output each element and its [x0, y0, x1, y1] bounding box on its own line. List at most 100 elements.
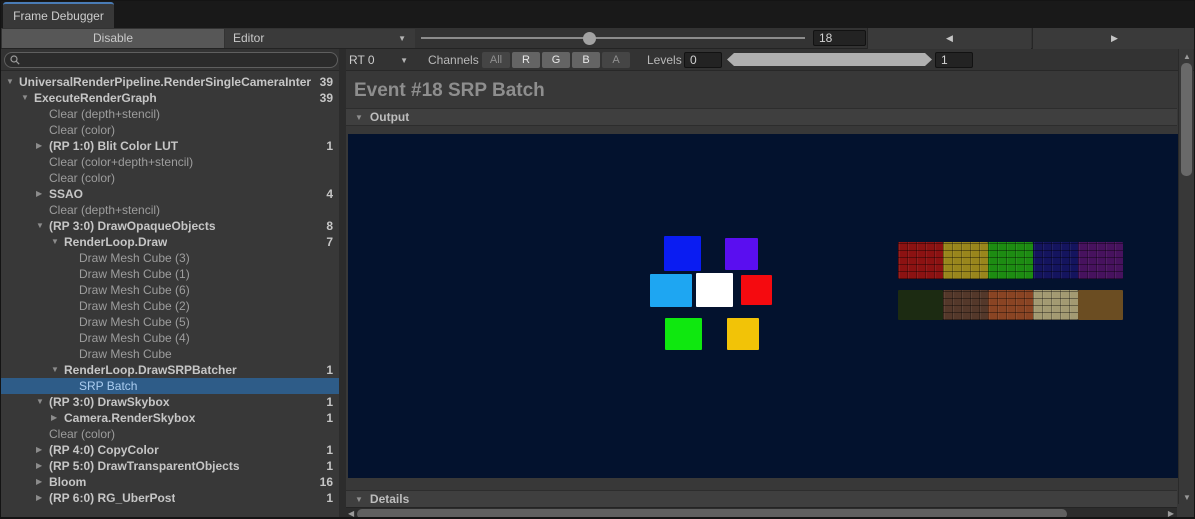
frame-number-field[interactable]: 18	[813, 30, 866, 46]
tree-item[interactable]: Draw Mesh Cube (6)	[1, 282, 339, 298]
tree-item[interactable]: Clear (color)	[1, 170, 339, 186]
cyan-cube	[650, 274, 692, 307]
render-target-dropdown[interactable]: RT 0 ▼	[346, 49, 412, 71]
scroll-left-icon[interactable]: ◀	[348, 508, 354, 517]
levels-min-field[interactable]: 0	[684, 52, 722, 68]
search-input[interactable]	[4, 52, 338, 68]
tree-item[interactable]: Draw Mesh Cube (2)	[1, 298, 339, 314]
tree-item[interactable]: ▶ SSAO 4	[1, 186, 339, 202]
channel-button-group: All R G B A	[482, 52, 630, 68]
scroll-down-icon[interactable]: ▼	[1183, 492, 1191, 504]
disable-button[interactable]: Disable	[2, 29, 224, 48]
tree-item-label: (RP 5:0) DrawTransparentObjects	[49, 459, 240, 473]
draw-call-count: 1	[326, 491, 333, 505]
foldout-collapsed-icon[interactable]: ▶	[36, 490, 49, 506]
tree-item[interactable]: Draw Mesh Cube (5)	[1, 314, 339, 330]
tree-item-label: Clear (depth+stencil)	[49, 107, 161, 121]
search-icon	[10, 55, 20, 65]
tree-item[interactable]: Clear (depth+stencil)	[1, 202, 339, 218]
foldout-expanded-icon[interactable]: ▼	[6, 74, 19, 90]
tree-item[interactable]: ▶ (RP 6:0) RG_UberPost 1	[1, 490, 339, 506]
tree-item[interactable]: ▼ UniversalRenderPipeline.RenderSingleCam…	[1, 74, 339, 90]
channel-button-g[interactable]: G	[542, 52, 570, 68]
target-dropdown[interactable]: Editor ▼	[225, 29, 415, 48]
green-brick-cube	[988, 242, 1033, 279]
render-target-value: RT 0	[349, 53, 375, 67]
scroll-up-icon[interactable]: ▲	[1183, 51, 1191, 63]
tree-item[interactable]: ▶ (RP 1:0) Blit Color LUT 1	[1, 138, 339, 154]
draw-call-count: 7	[326, 235, 333, 249]
frame-slider-handle[interactable]	[583, 32, 596, 45]
tree-item-label: SRP Batch	[79, 379, 138, 393]
foldout-collapsed-icon[interactable]: ▶	[36, 186, 49, 202]
tree-item[interactable]: Draw Mesh Cube (4)	[1, 330, 339, 346]
arrow-left-icon: ◀	[946, 33, 953, 43]
tree-item[interactable]: Clear (depth+stencil)	[1, 106, 339, 122]
tree-item[interactable]: ▶ Bloom 16	[1, 474, 339, 490]
draw-call-count: 1	[326, 443, 333, 457]
foldout-collapsed-icon[interactable]: ▶	[36, 442, 49, 458]
channel-button-r[interactable]: R	[512, 52, 540, 68]
output-section-header[interactable]: ▼ Output	[346, 108, 1177, 126]
tree-item[interactable]: Clear (color+depth+stencil)	[1, 154, 339, 170]
white-cube	[696, 273, 733, 307]
channel-button-a[interactable]: A	[602, 52, 630, 68]
dirt-brown-cube	[1078, 290, 1123, 320]
foldout-collapsed-icon[interactable]: ▶	[51, 410, 64, 426]
arrow-right-icon: ▶	[1111, 33, 1118, 43]
levels-minmax-slider[interactable]	[727, 53, 932, 66]
tree-item-label: Draw Mesh Cube (3)	[79, 251, 190, 265]
tree-item-label: Draw Mesh Cube (2)	[79, 299, 190, 313]
foldout-expanded-icon[interactable]: ▼	[51, 234, 64, 250]
tree-item[interactable]: ▼ RenderLoop.Draw 7	[1, 234, 339, 250]
tree-item[interactable]: ▼ (RP 3:0) DrawSkybox 1	[1, 394, 339, 410]
foldout-expanded-icon[interactable]: ▼	[36, 218, 49, 234]
tab-frame-debugger[interactable]: Frame Debugger	[3, 2, 114, 28]
yellow-cube	[727, 318, 759, 350]
foldout-expanded-icon[interactable]: ▼	[36, 394, 49, 410]
horizontal-scrollbar[interactable]: ◀ ▶	[346, 507, 1177, 517]
tree-item-label: RenderLoop.DrawSRPBatcher	[64, 363, 237, 377]
tree-item[interactable]: ▶ (RP 4:0) CopyColor 1	[1, 442, 339, 458]
vertical-scrollbar[interactable]: ▲ ▼	[1178, 49, 1193, 504]
olive-brick-cube	[943, 242, 988, 279]
tree-item[interactable]: SRP Batch	[1, 378, 339, 394]
draw-call-count: 1	[326, 459, 333, 473]
tree-item[interactable]: Clear (color)	[1, 426, 339, 442]
foldout-collapsed-icon[interactable]: ▶	[36, 474, 49, 490]
tree-item[interactable]: ▶ Camera.RenderSkybox 1	[1, 410, 339, 426]
tree-item[interactable]: Clear (color)	[1, 122, 339, 138]
frame-slider[interactable]	[417, 28, 809, 49]
foldout-expanded-icon[interactable]: ▼	[51, 362, 64, 378]
tree-item-label: (RP 3:0) DrawSkybox	[49, 395, 170, 409]
foldout-expanded-icon: ▼	[355, 112, 363, 122]
next-event-button[interactable]: ▶	[1032, 28, 1194, 49]
tree-item-label: RenderLoop.Draw	[64, 235, 168, 249]
tree-item[interactable]: ▶ (RP 5:0) DrawTransparentObjects 1	[1, 458, 339, 474]
brown-brick-cube	[943, 290, 988, 320]
tree-item[interactable]: Draw Mesh Cube	[1, 346, 339, 362]
tree-item[interactable]: Draw Mesh Cube (1)	[1, 266, 339, 282]
previous-event-button[interactable]: ◀	[867, 28, 1031, 49]
frame-slider-track[interactable]	[421, 37, 805, 39]
horizontal-scrollbar-thumb[interactable]	[357, 509, 1067, 517]
tab-frame-debugger-label: Frame Debugger	[13, 9, 104, 23]
frame-debugger-window: Frame Debugger Disable Editor ▼ 18 ◀ ▶ R…	[0, 0, 1195, 519]
panel-divider[interactable]	[339, 49, 346, 517]
foldout-collapsed-icon[interactable]: ▶	[36, 138, 49, 154]
levels-minmax-bar[interactable]	[727, 53, 932, 66]
levels-max-field[interactable]: 1	[935, 52, 973, 68]
tree-item[interactable]: ▼ RenderLoop.DrawSRPBatcher 1	[1, 362, 339, 378]
tree-item[interactable]: ▼ ExecuteRenderGraph 39	[1, 90, 339, 106]
scroll-right-icon[interactable]: ▶	[1168, 508, 1174, 517]
channel-button-all[interactable]: All	[482, 52, 510, 68]
channel-button-b[interactable]: B	[572, 52, 600, 68]
draw-call-count: 1	[326, 363, 333, 377]
output-section-label: Output	[369, 110, 410, 124]
foldout-collapsed-icon[interactable]: ▶	[36, 458, 49, 474]
foldout-expanded-icon[interactable]: ▼	[21, 90, 34, 106]
vertical-scrollbar-thumb[interactable]	[1181, 63, 1192, 176]
details-section-header[interactable]: ▼ Details	[346, 490, 1177, 508]
tree-item[interactable]: Draw Mesh Cube (3)	[1, 250, 339, 266]
tree-item[interactable]: ▼ (RP 3:0) DrawOpaqueObjects 8	[1, 218, 339, 234]
